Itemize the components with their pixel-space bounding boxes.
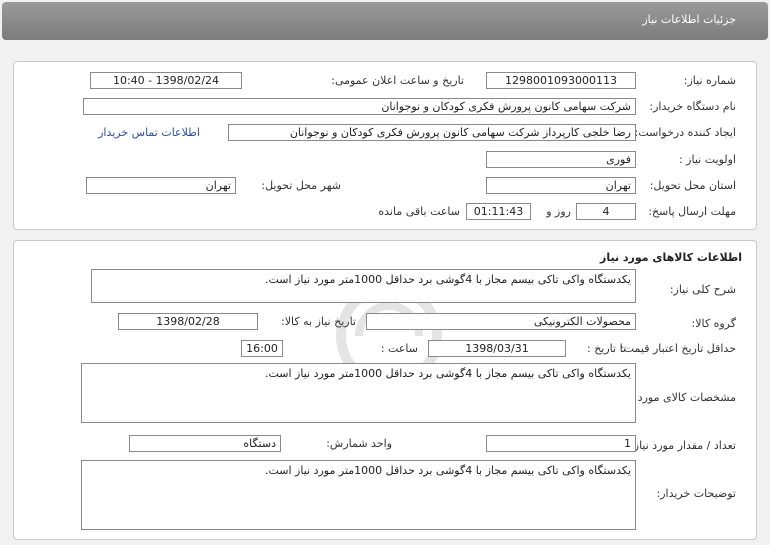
buyer-contact-link[interactable]: اطلاعات تماس خریدار: [98, 126, 200, 139]
buyer-notes-field[interactable]: یکدستگاه واکی تاکی بیسم مجاز با 4گوشی بر…: [81, 460, 636, 530]
days-field[interactable]: 4: [576, 203, 636, 220]
summary-label: شرح کلی نیاز:: [669, 283, 736, 296]
province-label: استان محل تحویل:: [649, 179, 736, 192]
validity-label: حداقل تاریخ اعتبار قیمت:: [620, 342, 736, 355]
buyer-label: نام دستگاه خریدار:: [649, 100, 736, 113]
need-date-label: تاریخ نیاز به کالا:: [281, 315, 356, 328]
page-title: جزئیات اطلاعات نیاز: [642, 13, 736, 26]
buyer-notes-label: توضیحات خریدار:: [656, 487, 737, 500]
time-remaining-field[interactable]: 01:11:43: [466, 203, 531, 220]
announce-label: تاریخ و ساعت اعلان عمومی:: [331, 74, 464, 87]
priority-field[interactable]: فوری: [486, 151, 636, 168]
specs-field[interactable]: یکدستگاه واکی تاکی بیسم مجاز با 4گوشی بر…: [81, 363, 636, 423]
page-header: جزئیات اطلاعات نیاز: [2, 2, 768, 40]
need-number-field[interactable]: 1298001093000113: [486, 72, 636, 89]
days-label: روز و: [546, 205, 571, 218]
need-date-field[interactable]: 1398/02/28: [118, 313, 258, 330]
goods-section-title: اطلاعات کالاهای مورد نیاز: [600, 251, 742, 264]
creator-label: ایجاد کننده درخواست:: [634, 126, 736, 139]
qty-field[interactable]: 1: [486, 435, 636, 452]
goods-info-panel: اطلاعات کالاهای مورد نیاز شرح کلی نیاز: …: [13, 240, 757, 540]
city-field[interactable]: تهران: [86, 177, 236, 194]
need-number-label: شماره نیاز:: [683, 74, 736, 87]
qty-label: تعداد / مقدار مورد نیاز:: [630, 439, 736, 452]
summary-field[interactable]: یکدستگاه واکی تاکی بیسم مجاز با 4گوشی بر…: [91, 269, 636, 303]
province-field[interactable]: تهران: [486, 177, 636, 194]
priority-label: اولویت نیاز :: [678, 153, 736, 166]
unit-field[interactable]: دستگاه: [129, 435, 281, 452]
remaining-label: ساعت باقی مانده: [378, 205, 460, 218]
buyer-field[interactable]: شرکت سهامی کانون پرورش فکری کودکان و نوج…: [83, 98, 636, 115]
hour-label: ساعت :: [380, 342, 418, 355]
group-field[interactable]: محصولات الکترونیکی: [366, 313, 636, 330]
need-info-panel: شماره نیاز: 1298001093000113 تاریخ و ساع…: [13, 61, 757, 230]
unit-label: واحد شمارش:: [326, 437, 392, 450]
group-label: گروه کالا:: [691, 317, 736, 330]
until-date-label: تا تاریخ :: [587, 342, 626, 355]
announce-field[interactable]: 1398/02/24 - 10:40: [90, 72, 242, 89]
creator-field[interactable]: رضا خلجی کارپرداز شرکت سهامی کانون پرورش…: [228, 124, 636, 141]
until-date-field[interactable]: 1398/03/31: [428, 340, 566, 357]
hour-field[interactable]: 16:00: [241, 340, 283, 357]
deadline-label: مهلت ارسال پاسخ:: [648, 205, 736, 218]
city-label: شهر محل تحویل:: [261, 179, 341, 192]
